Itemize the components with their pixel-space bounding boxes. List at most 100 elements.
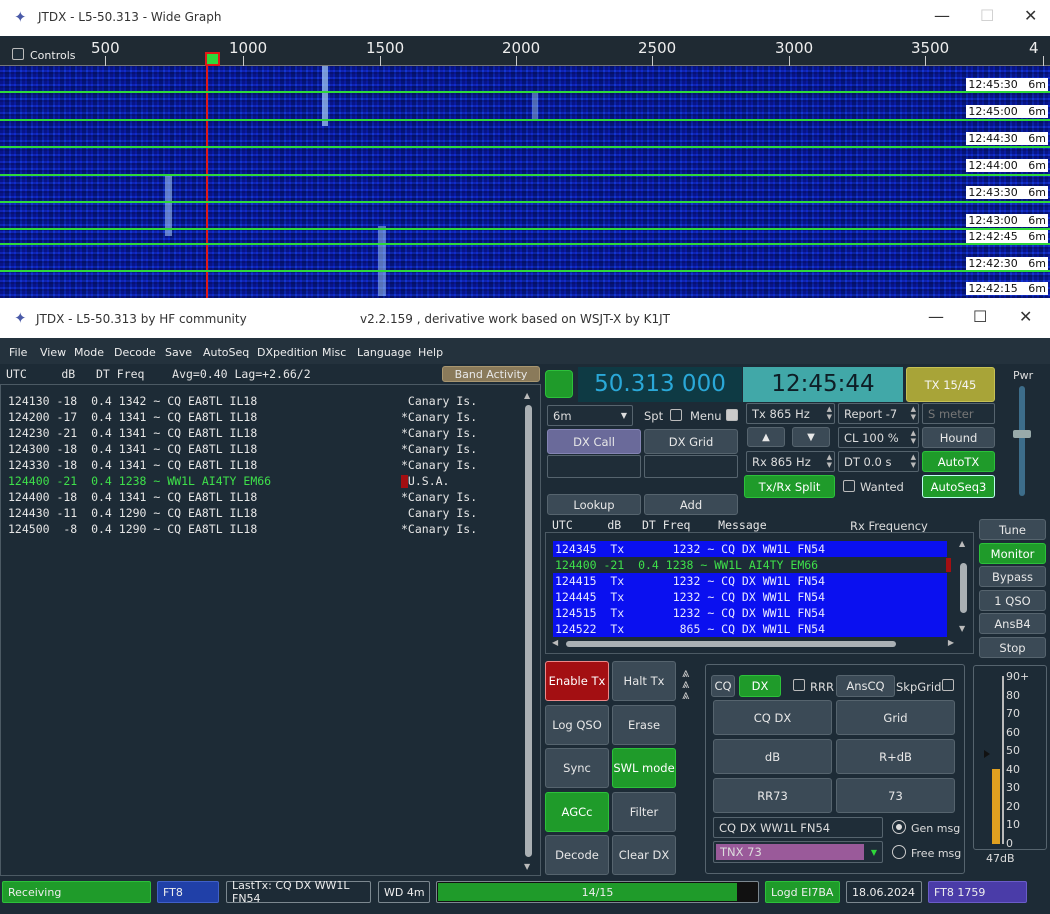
rx-panel-hscroll[interactable]: ◀ ▶: [552, 638, 954, 649]
menu-mode[interactable]: Mode: [74, 346, 104, 359]
swl-mode-button[interactable]: SWL mode: [612, 748, 676, 788]
rx-panel-vscroll[interactable]: ▲ ▼: [957, 539, 971, 633]
db-button[interactable]: dB: [713, 739, 832, 774]
rx-message-row[interactable]: 124515 Tx 1232 ~ CQ DX WW1L FN54: [553, 605, 947, 621]
r-db-button[interactable]: R+dB: [836, 739, 955, 774]
menu-misc[interactable]: Misc: [322, 346, 346, 359]
anscq-button[interactable]: AnsCQ: [836, 675, 895, 697]
grid-button[interactable]: Grid: [836, 700, 955, 735]
rx-freq-marker[interactable]: [206, 66, 208, 298]
log-qso-button[interactable]: Log QSO: [545, 705, 609, 745]
stop-button[interactable]: Stop: [979, 637, 1046, 658]
band-activity-row[interactable]: 124130 -18 0.4 1342 ~ CQ EA8TL IL18 Cana…: [8, 393, 477, 409]
rx-message-row[interactable]: 124445 Tx 1232 ~ CQ DX WW1L FN54: [553, 589, 947, 605]
minimize-icon[interactable]: —: [928, 307, 944, 326]
band-activity-row[interactable]: 124400 -21 0.4 1238 ~ WW1L AI4TY EM66 U.…: [8, 473, 449, 489]
73-button[interactable]: 73: [836, 778, 955, 813]
rx-message-row[interactable]: 124415 Tx 1232 ~ CQ DX WW1L FN54: [553, 573, 947, 589]
band-activity-scrollbar[interactable]: ▲ ▼: [522, 391, 536, 871]
controls-checkbox[interactable]: [12, 48, 24, 60]
band-activity-row[interactable]: 124400 -18 0.4 1341 ~ CQ EA8TL IL18 *Cana…: [8, 489, 477, 505]
tx-up-button[interactable]: ▲: [747, 427, 785, 447]
menu-dxpedition[interactable]: DXpedition: [257, 346, 318, 359]
meter-scale-label: 40: [1006, 762, 1020, 776]
gen-msg-radio[interactable]: [892, 820, 906, 834]
skpgrid-checkbox[interactable]: [942, 679, 954, 691]
rx-message-row[interactable]: 124400 -21 0.4 1238 ~ WW1L AI4TY EM66: [553, 557, 947, 573]
maximize-icon[interactable]: ☐: [980, 6, 994, 25]
wanted-checkbox[interactable]: [843, 480, 855, 492]
dx-grid-button[interactable]: DX Grid: [644, 429, 738, 454]
menu-help[interactable]: Help: [418, 346, 443, 359]
free-message-select[interactable]: TNX 73 ▼: [713, 841, 883, 863]
band-activity-row[interactable]: 124430 -11 0.4 1290 ~ CQ EA8TL IL18 Cana…: [8, 505, 477, 521]
band-activity-row[interactable]: 124330 -18 0.4 1341 ~ CQ EA8TL IL18 *Cana…: [8, 457, 477, 473]
waterfall-time-label: 12:43:30 6m: [966, 186, 1048, 199]
rrr-checkbox[interactable]: [793, 679, 805, 691]
txrx-split-button[interactable]: Tx/Rx Split: [744, 475, 835, 498]
menu-view[interactable]: View: [40, 346, 66, 359]
band-activity-row[interactable]: 124500 -8 0.4 1290 ~ CQ EA8TL IL18 *Canar…: [8, 521, 477, 537]
bypass-button[interactable]: Bypass: [979, 566, 1046, 587]
band-activity-button[interactable]: Band Activity: [442, 366, 540, 382]
minimize-icon[interactable]: —: [934, 6, 950, 25]
tune-button[interactable]: Tune: [979, 519, 1046, 540]
filter-button[interactable]: Filter: [612, 792, 676, 832]
hound-button[interactable]: Hound: [922, 427, 995, 448]
autotx-button[interactable]: AutoTX: [922, 451, 995, 472]
close-icon[interactable]: ✕: [1019, 307, 1032, 326]
rx-message-row[interactable]: 124522 Tx 865 ~ CQ DX WW1L FN54: [553, 621, 947, 637]
dx-grid-field[interactable]: [644, 455, 738, 478]
spt-checkbox[interactable]: [670, 409, 682, 421]
signal-level-bar: [992, 768, 1000, 844]
dx-call-button[interactable]: DX Call: [547, 429, 641, 454]
dt-field[interactable]: DT 0.0 s ▲ ▼: [838, 451, 919, 472]
spt-label: Spt: [644, 409, 664, 423]
waterfall[interactable]: 12:45:30 6m 12:45:00 6m 12:44:30 6m 12:44:0…: [0, 66, 1050, 298]
dx-button[interactable]: DX: [739, 675, 781, 697]
menu-language[interactable]: Language: [357, 346, 411, 359]
enable-tx-button[interactable]: Enable Tx: [545, 661, 609, 701]
rr73-button[interactable]: RR73: [713, 778, 832, 813]
status-watchdog: WD 4m: [378, 881, 430, 903]
add-button[interactable]: Add: [644, 494, 738, 515]
monitor-button[interactable]: Monitor: [979, 543, 1046, 564]
menu-file[interactable]: File: [9, 346, 27, 359]
decode-button[interactable]: Decode: [545, 835, 609, 875]
clear-dx-button[interactable]: Clear DX: [612, 835, 676, 875]
erase-button[interactable]: Erase: [612, 705, 676, 745]
freq-tick-label: 4: [1029, 39, 1039, 57]
generated-message-field[interactable]: CQ DX WW1L FN54: [713, 817, 883, 838]
rx-message-row[interactable]: 124345 Tx 1232 ~ CQ DX WW1L FN54: [553, 541, 947, 557]
maximize-icon[interactable]: ☐: [973, 307, 987, 326]
report-field[interactable]: Report -7 ▲ ▼: [838, 403, 919, 424]
menu-save[interactable]: Save: [165, 346, 192, 359]
menu-decode[interactable]: Decode: [114, 346, 156, 359]
band-activity-row[interactable]: 124230 -21 0.4 1341 ~ CQ EA8TL IL18 *Cana…: [8, 425, 477, 441]
cl-field[interactable]: CL 100 % ▲ ▼: [838, 427, 919, 448]
ansb4-button[interactable]: AnsB4: [979, 613, 1046, 634]
close-icon[interactable]: ✕: [1024, 6, 1037, 25]
menu-autoseq[interactable]: AutoSeq: [203, 346, 249, 359]
one-qso-button[interactable]: 1 QSO: [979, 590, 1046, 611]
menu-checkbox[interactable]: [726, 409, 738, 421]
free-msg-radio[interactable]: [892, 845, 906, 859]
lookup-button[interactable]: Lookup: [547, 494, 641, 515]
halt-tx-button[interactable]: Halt Tx: [612, 661, 676, 701]
band-select[interactable]: 6m ▼: [547, 405, 633, 426]
power-slider[interactable]: [1013, 386, 1031, 496]
rx-frequency[interactable]: Rx 865 Hz ▲ ▼: [746, 451, 835, 472]
band-activity-row[interactable]: 124300 -18 0.4 1341 ~ CQ EA8TL IL18 *Cana…: [8, 441, 477, 457]
band-activity-row[interactable]: 124200 -17 0.4 1341 ~ CQ EA8TL IL18 *Cana…: [8, 409, 477, 425]
cq-dx-button[interactable]: CQ DX: [713, 700, 832, 735]
tx-period-button[interactable]: TX 15/45: [906, 367, 995, 402]
agcc-button[interactable]: AGCc: [545, 792, 609, 832]
autoseq-button[interactable]: AutoSeq3: [922, 475, 995, 498]
tx-down-button[interactable]: ▼: [792, 427, 830, 447]
rx-panel-header: UTC dB DT Freq Message: [552, 518, 767, 532]
dx-call-field[interactable]: [547, 455, 641, 478]
tx-freq-marker[interactable]: [205, 52, 220, 66]
sync-button[interactable]: Sync: [545, 748, 609, 788]
cq-button[interactable]: CQ: [711, 675, 735, 697]
tx-frequency[interactable]: Tx 865 Hz ▲ ▼: [746, 403, 835, 424]
